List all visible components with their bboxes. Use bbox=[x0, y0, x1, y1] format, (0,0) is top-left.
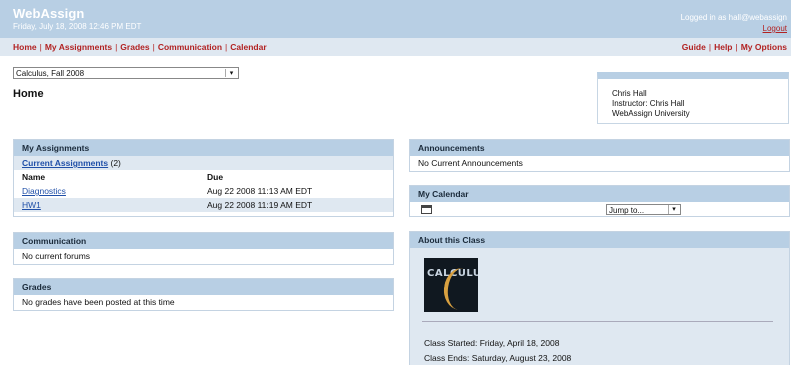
course-select-value: Calculus, Fall 2008 bbox=[16, 69, 85, 78]
top-header-bar: WebAssign Friday, July 18, 2008 12:46 PM… bbox=[0, 0, 791, 38]
webassign-logo[interactable]: WebAssign bbox=[13, 6, 84, 21]
nav-separator: | bbox=[225, 42, 228, 52]
calendar-icon[interactable] bbox=[421, 205, 432, 214]
panel-header: My Assignments bbox=[14, 140, 393, 156]
nav-separator: | bbox=[152, 42, 155, 52]
main-nav: Home | My Assignments | Grades | Communication… bbox=[13, 42, 267, 52]
nav-my-assignments[interactable]: My Assignments bbox=[45, 42, 112, 52]
panel-header: About this Class bbox=[410, 232, 789, 248]
grades-message: No grades have been posted at this time bbox=[22, 297, 175, 307]
nav-separator: | bbox=[39, 42, 42, 52]
utility-nav: Guide | Help | My Options bbox=[682, 42, 787, 52]
nav-calendar[interactable]: Calendar bbox=[230, 42, 266, 52]
user-info-box: Chris Hall Instructor: Chris Hall WebAss… bbox=[597, 72, 789, 124]
user-name: Chris Hall bbox=[612, 89, 647, 98]
communication-message: No current forums bbox=[22, 251, 91, 261]
announcements-message: No Current Announcements bbox=[418, 158, 523, 168]
nav-separator: | bbox=[708, 42, 712, 52]
nav-my-options[interactable]: My Options bbox=[741, 42, 787, 52]
jump-to-dropdown[interactable]: Jump to... ▾ bbox=[606, 204, 681, 215]
class-started: Class Started: Friday, April 18, 2008 bbox=[424, 338, 560, 348]
course-select-dropdown[interactable]: Calculus, Fall 2008 ▾ bbox=[13, 67, 239, 79]
my-calendar-panel: My Calendar Jump to... ▾ bbox=[409, 185, 790, 217]
calendar-row: Jump to... ▾ bbox=[410, 202, 789, 217]
column-header-due: Due bbox=[207, 172, 224, 182]
about-class-panel: About this Class CALCULUS Class Started:… bbox=[409, 231, 790, 365]
textbook-cover-image: CALCULUS bbox=[424, 258, 478, 312]
nav-guide[interactable]: Guide bbox=[682, 42, 706, 52]
nav-communication[interactable]: Communication bbox=[158, 42, 222, 52]
table-row: HW1 Aug 22 2008 11:19 AM EDT bbox=[14, 198, 393, 212]
assignment-link-diagnostics[interactable]: Diagnostics bbox=[22, 186, 66, 196]
logout-link[interactable]: Logout bbox=[763, 24, 787, 33]
my-assignments-panel: My Assignments Current Assignments (2) N… bbox=[13, 139, 394, 217]
panel-header: Grades bbox=[14, 279, 393, 295]
assignment-due: Aug 22 2008 11:13 AM EDT bbox=[207, 186, 313, 196]
current-assignments-link[interactable]: Current Assignments bbox=[22, 158, 108, 168]
announcements-panel: Announcements No Current Announcements bbox=[409, 139, 790, 172]
divider bbox=[422, 321, 773, 322]
nav-help[interactable]: Help bbox=[714, 42, 732, 52]
current-assignments-row: Current Assignments (2) bbox=[14, 156, 393, 170]
column-header-name: Name bbox=[22, 172, 46, 182]
chevron-down-icon: ▾ bbox=[668, 205, 679, 214]
nav-separator: | bbox=[115, 42, 118, 52]
user-school: WebAssign University bbox=[612, 109, 690, 118]
navigation-bar: Home | My Assignments | Grades | Communication… bbox=[0, 38, 791, 56]
panel-header: Communication bbox=[14, 233, 393, 249]
table-row: Diagnostics Aug 22 2008 11:13 AM EDT bbox=[14, 184, 393, 198]
logo-text-web: Web bbox=[13, 6, 41, 21]
nav-grades[interactable]: Grades bbox=[120, 42, 149, 52]
user-role: Instructor: Chris Hall bbox=[612, 99, 685, 108]
nav-home[interactable]: Home bbox=[13, 42, 37, 52]
chevron-down-icon: ▾ bbox=[225, 69, 237, 77]
grades-panel: Grades No grades have been posted at thi… bbox=[13, 278, 394, 311]
panel-header: Announcements bbox=[410, 140, 789, 156]
panel-header: My Calendar bbox=[410, 186, 789, 202]
current-datetime: Friday, July 18, 2008 12:46 PM EDT bbox=[13, 22, 142, 31]
logo-text-assign: Assign bbox=[40, 6, 85, 21]
page-title: Home bbox=[13, 88, 44, 100]
current-assignments-count: (2) bbox=[110, 158, 121, 168]
table-header-row: Name Due bbox=[14, 170, 393, 184]
jump-to-value: Jump to... bbox=[609, 206, 645, 215]
class-ends: Class Ends: Saturday, August 23, 2008 bbox=[424, 353, 572, 363]
communication-panel: Communication No current forums bbox=[13, 232, 394, 265]
assignment-link-hw1[interactable]: HW1 bbox=[22, 200, 41, 210]
logged-in-status: Logged in as hall@webassign bbox=[680, 13, 787, 22]
nav-separator: | bbox=[735, 42, 738, 52]
assignment-due: Aug 22 2008 11:19 AM EDT bbox=[207, 200, 313, 210]
